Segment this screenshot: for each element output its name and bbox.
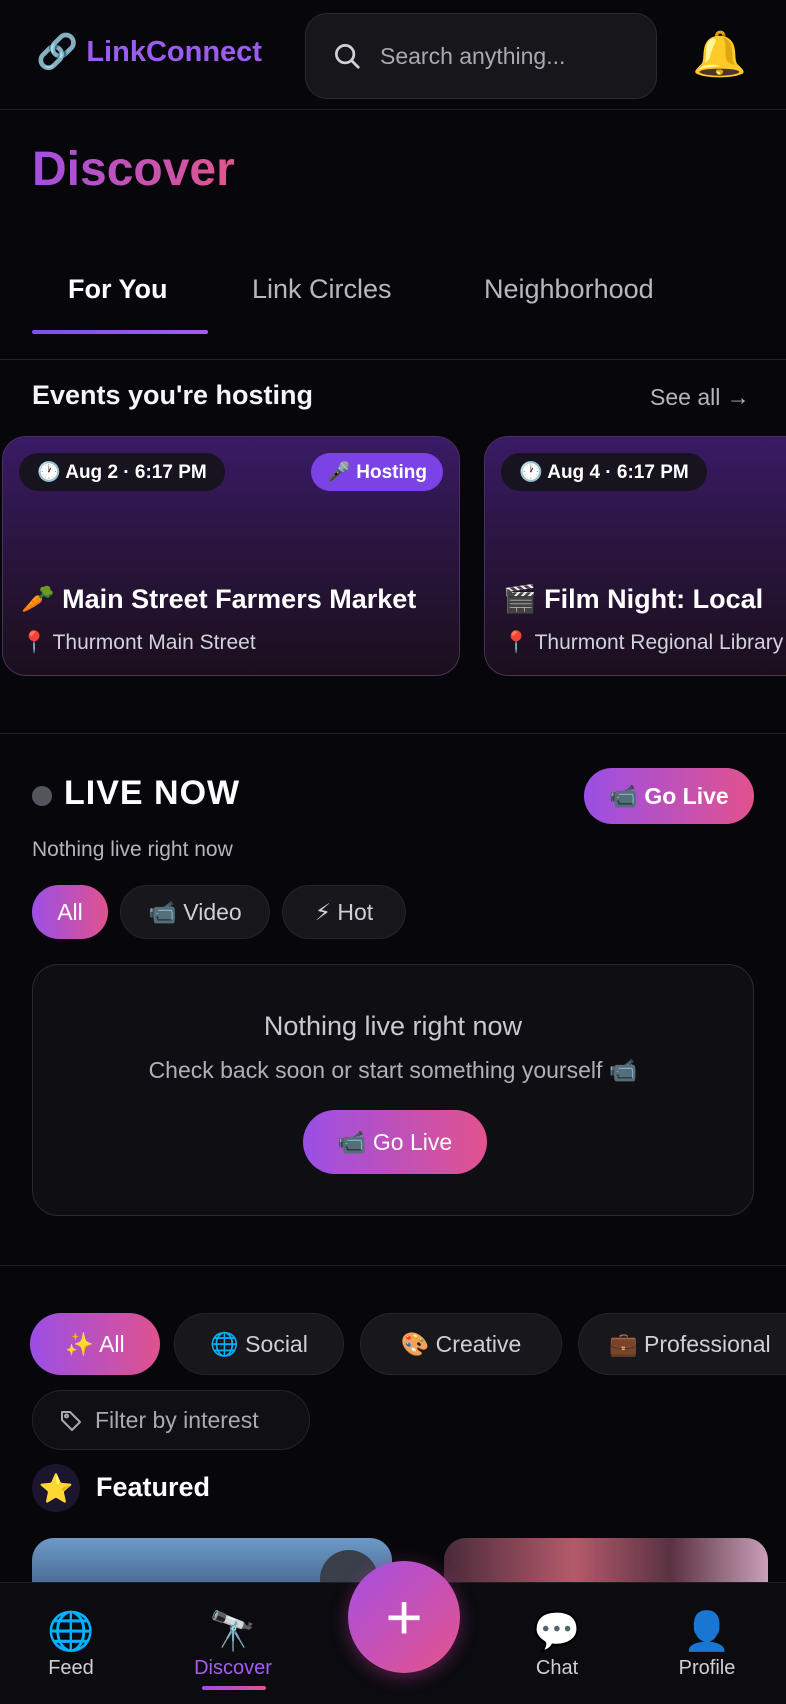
profile-icon: 👤	[683, 1611, 731, 1653]
section-divider	[0, 733, 786, 734]
nav-label: Profile	[678, 1657, 736, 1679]
filter-placeholder: Filter by interest	[95, 1406, 259, 1433]
star-icon: ⭐	[32, 1464, 80, 1512]
tab-bar: For You Link Circles Neighborhood	[0, 262, 786, 360]
nav-chat[interactable]: 💬 Chat	[502, 1611, 612, 1680]
event-card[interactable]: 🕐 Aug 2 · 6:17 PM 🎤 Hosting 🥕 Main Stree…	[2, 436, 460, 676]
tab-for-you[interactable]: For You	[68, 274, 168, 305]
featured-title: Featured	[96, 1472, 211, 1502]
see-all-link[interactable]: See all →	[650, 384, 750, 411]
nav-label: Feed	[48, 1657, 94, 1679]
event-title: 🎬 Film Night: Local	[503, 584, 764, 614]
live-indicator-dot	[32, 786, 52, 806]
event-location: 📍 Thurmont Regional Library	[503, 631, 784, 654]
bell-icon[interactable]: 🔔	[692, 28, 747, 82]
live-filter-all[interactable]: All	[32, 885, 108, 939]
event-title: 🥕 Main Street Farmers Market	[21, 584, 417, 614]
active-tab-indicator	[32, 330, 208, 334]
search-icon	[335, 44, 360, 69]
empty-go-live-button[interactable]: 📹 Go Live	[303, 1110, 487, 1174]
link-icon: 🔗	[36, 33, 79, 71]
search-bar[interactable]	[305, 13, 657, 99]
nav-label: Discover	[194, 1657, 272, 1679]
interest-pill-creative[interactable]: 🎨 Creative	[360, 1313, 562, 1375]
live-filter-hot[interactable]: ⚡ Hot	[282, 885, 406, 939]
nav-label: Chat	[535, 1657, 579, 1679]
event-time-badge: 🕐 Aug 4 · 6:17 PM	[501, 453, 707, 491]
tab-link-circles[interactable]: Link Circles	[252, 274, 392, 305]
top-bar: 🔗 LinkConnect 🔔	[0, 0, 786, 110]
go-live-button[interactable]: 📹 Go Live	[584, 768, 754, 824]
globe-icon: 🌐	[47, 1611, 95, 1653]
live-empty-state: Nothing live right now Check back soon o…	[32, 964, 754, 1216]
empty-state-title: Nothing live right now	[263, 1011, 523, 1041]
app-logo[interactable]: 🔗 LinkConnect	[36, 32, 262, 72]
live-now-title: LIVE NOW	[64, 774, 241, 812]
event-location: 📍 Thurmont Main Street	[21, 631, 256, 654]
search-input[interactable]	[380, 42, 650, 70]
nav-discover[interactable]: 🔭 Discover	[178, 1611, 288, 1680]
tab-neighborhood[interactable]: Neighborhood	[484, 274, 654, 305]
empty-state-subtitle: Check back soon or start something yours…	[148, 1057, 638, 1083]
telescope-icon: 🔭	[209, 1611, 257, 1653]
page-title: Discover	[32, 143, 235, 196]
tag-icon	[61, 1411, 81, 1431]
section-divider	[0, 1265, 786, 1266]
nav-active-indicator	[202, 1686, 266, 1690]
app-name: LinkConnect	[86, 36, 262, 68]
interest-filter-field[interactable]: Filter by interest	[32, 1390, 310, 1450]
nav-profile[interactable]: 👤 Profile	[652, 1611, 762, 1680]
interest-pill-professional[interactable]: 💼 Professional	[578, 1313, 786, 1375]
interest-pill-all[interactable]: ✨ All	[30, 1313, 160, 1375]
event-card[interactable]: 🕐 Aug 4 · 6:17 PM 🎬 Film Night: Local 📍 …	[484, 436, 786, 676]
event-time-badge: 🕐 Aug 2 · 6:17 PM	[19, 453, 225, 491]
interest-pill-social[interactable]: 🌐 Social	[174, 1313, 344, 1375]
live-status-text: Nothing live right now	[32, 838, 233, 861]
nav-feed[interactable]: 🌐 Feed	[16, 1611, 126, 1680]
hosting-section-title: Events you're hosting	[32, 380, 313, 410]
create-button[interactable]: +	[348, 1561, 460, 1673]
live-filter-video[interactable]: 📹 Video	[120, 885, 270, 939]
hosting-badge: 🎤 Hosting	[311, 453, 443, 491]
chat-icon: 💬	[533, 1611, 581, 1653]
